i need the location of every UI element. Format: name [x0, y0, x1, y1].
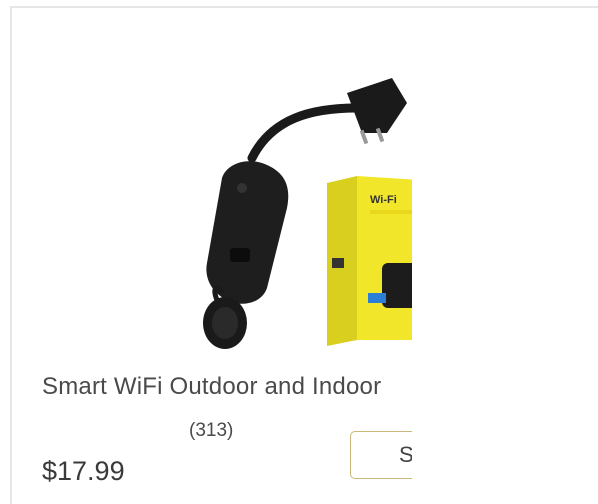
package-box-icon: Wi-Fi — [327, 176, 412, 346]
product-title[interactable]: Smart WiFi Outdoor and Indoor — [42, 373, 412, 401]
product-card[interactable]: Wi-Fi Smart WiFi Outdoor and Indoor (313… — [12, 8, 412, 504]
product-card-frame: Wi-Fi Smart WiFi Outdoor and Indoor (313… — [0, 0, 598, 504]
cord-shape — [247, 103, 362, 163]
rating-count[interactable]: (313) — [189, 420, 233, 442]
product-image[interactable]: Wi-Fi — [182, 78, 412, 368]
shop-button[interactable]: Shop — [350, 431, 412, 479]
svg-text:Wi-Fi: Wi-Fi — [370, 194, 397, 206]
smart-plug-body-icon — [206, 161, 289, 304]
price: $17.99 — [42, 456, 125, 486]
plug-head-icon — [347, 78, 407, 145]
